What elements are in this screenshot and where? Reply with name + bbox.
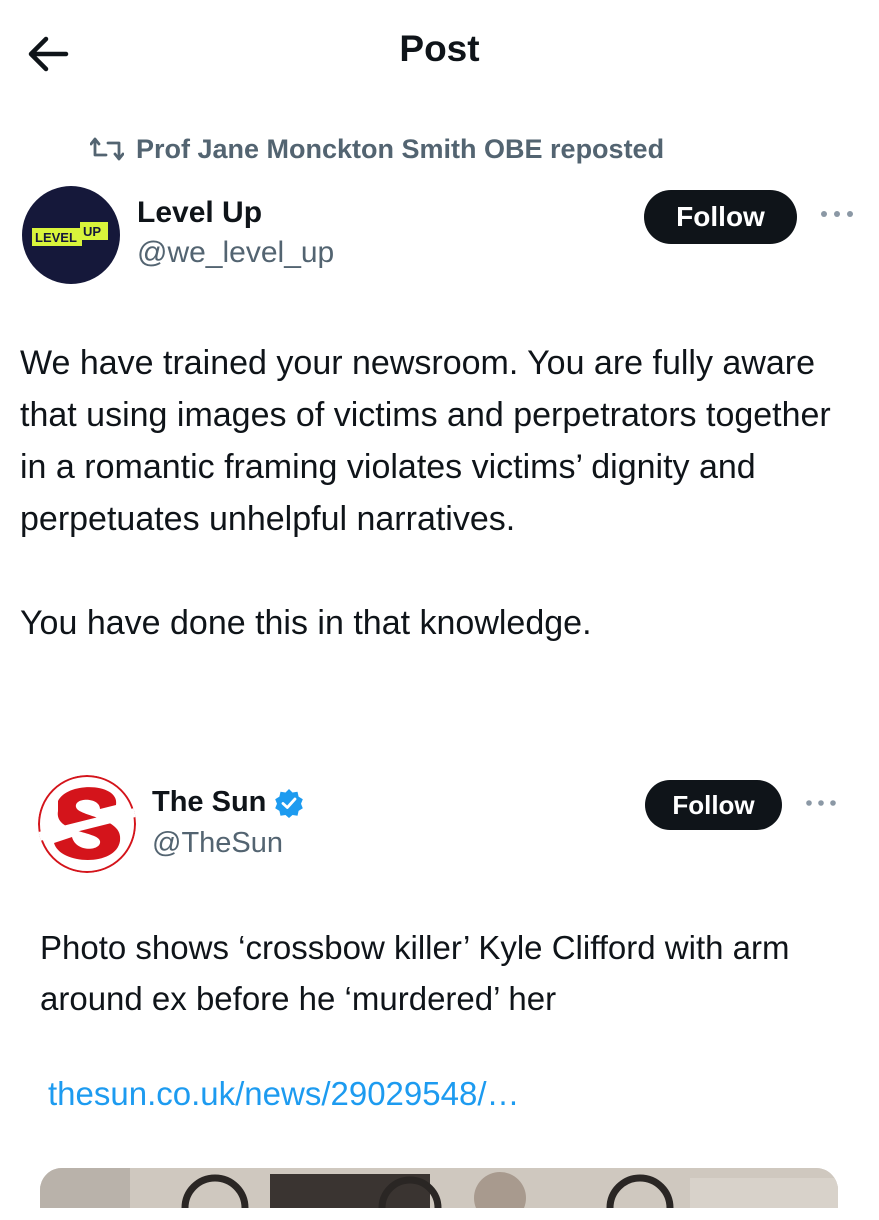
quoted-author-handle[interactable]: @TheSun: [152, 827, 283, 860]
author-avatar[interactable]: LEVEL UP: [22, 186, 120, 284]
follow-button[interactable]: Follow: [644, 190, 797, 244]
page-title: Post: [399, 28, 480, 69]
tweet-text: We have trained your newsroom. You are f…: [20, 344, 831, 642]
quoted-author-avatar[interactable]: [38, 775, 136, 873]
verified-badge-icon: [275, 788, 304, 818]
svg-text:UP: UP: [83, 224, 101, 239]
more-options-button[interactable]: [817, 204, 857, 224]
author-handle[interactable]: @we_level_up: [137, 236, 334, 270]
photo-preview: [40, 1168, 838, 1208]
more-dots-icon: [806, 800, 836, 806]
repost-icon: [90, 137, 124, 161]
quoted-follow-button[interactable]: Follow: [645, 780, 782, 830]
repost-indicator[interactable]: Prof Jane Monckton Smith OBE reposted: [90, 132, 664, 166]
quoted-tweet-link[interactable]: thesun.co.uk/news/29029548/…: [48, 1075, 520, 1113]
quoted-tweet-image[interactable]: [40, 1168, 838, 1208]
quoted-author-name: The Sun: [152, 786, 267, 818]
quoted-author-name-row[interactable]: The Sun: [152, 786, 304, 819]
quoted-tweet-text: Photo shows ‘crossbow killer’ Kyle Cliff…: [40, 929, 790, 1017]
author-name[interactable]: Level Up: [137, 196, 262, 230]
level-up-logo: LEVEL UP: [32, 222, 108, 246]
the-sun-logo: [38, 775, 136, 873]
repost-text: Prof Jane Monckton Smith OBE reposted: [136, 133, 665, 164]
quoted-more-options-button[interactable]: [803, 794, 839, 812]
more-dots-icon: [821, 211, 853, 217]
svg-text:LEVEL: LEVEL: [35, 230, 77, 245]
